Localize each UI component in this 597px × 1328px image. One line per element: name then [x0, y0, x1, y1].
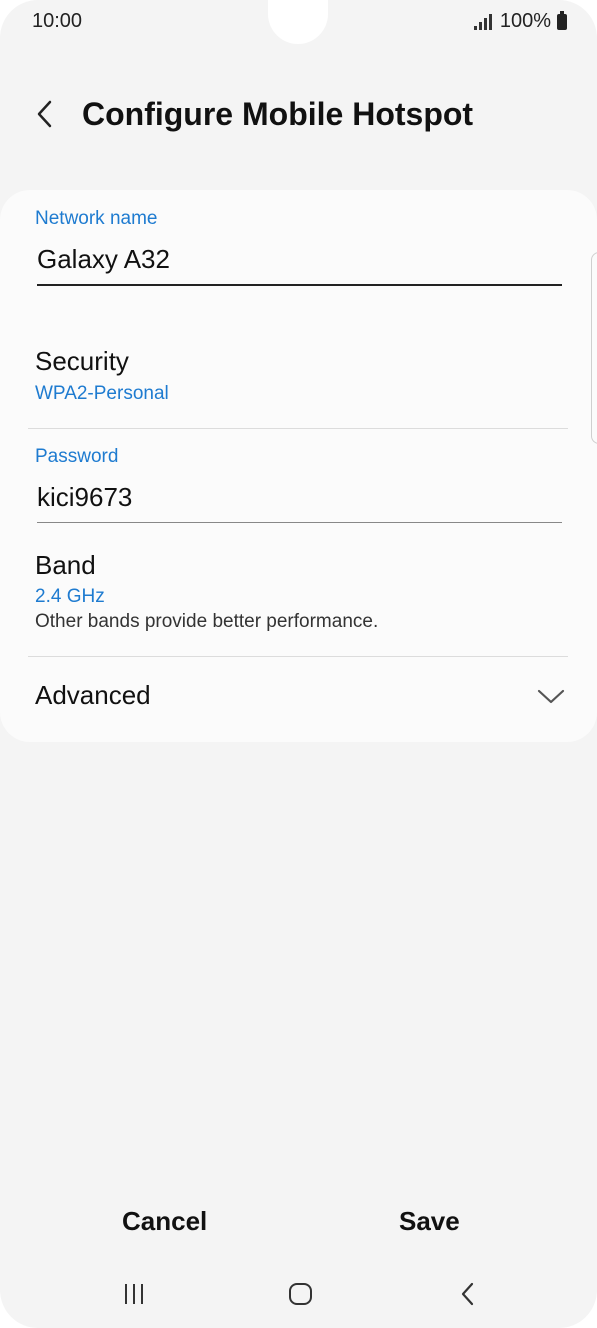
network-name-input[interactable]: Galaxy A32: [37, 244, 170, 275]
password-underline: [37, 522, 562, 523]
nav-back-icon[interactable]: [455, 1278, 481, 1310]
back-button[interactable]: [30, 94, 62, 134]
divider: [28, 428, 568, 429]
recent-apps-icon[interactable]: [121, 1278, 147, 1310]
battery-icon: [557, 10, 567, 30]
chevron-left-icon: [37, 100, 52, 128]
network-name-label: Network name: [35, 208, 158, 229]
advanced-title: Advanced: [35, 680, 151, 710]
chevron-down-icon: [537, 689, 565, 704]
band-title: Band: [35, 550, 96, 580]
band-description: Other bands provide better performance.: [35, 611, 379, 632]
home-icon[interactable]: [286, 1278, 316, 1310]
security-value: WPA2-Personal: [35, 383, 169, 404]
password-label: Password: [35, 446, 119, 467]
app-header: Configure Mobile Hotspot: [0, 80, 597, 150]
security-title: Security: [35, 346, 129, 376]
cancel-button[interactable]: Cancel: [122, 1206, 207, 1237]
battery-percent: 100%: [499, 10, 551, 32]
page-title: Configure Mobile Hotspot: [82, 96, 474, 132]
status-time: 10:00: [32, 10, 83, 32]
band-value: 2.4 GHz: [35, 586, 105, 607]
password-input[interactable]: kici9673: [37, 482, 132, 513]
divider: [28, 656, 568, 657]
scrollbar-handle[interactable]: [591, 252, 597, 444]
signal-icon: [473, 13, 492, 30]
hotspot-settings-card: Network name Galaxy A32 Security WPA2-Pe…: [0, 190, 597, 742]
network-name-underline: [37, 284, 562, 286]
camera-notch: [268, 0, 328, 44]
phone-screen: 10:00 100% Configure Mobile Hotspot Netw…: [0, 0, 597, 1328]
status-indicators: 100%: [473, 10, 567, 33]
save-button[interactable]: Save: [399, 1206, 460, 1237]
